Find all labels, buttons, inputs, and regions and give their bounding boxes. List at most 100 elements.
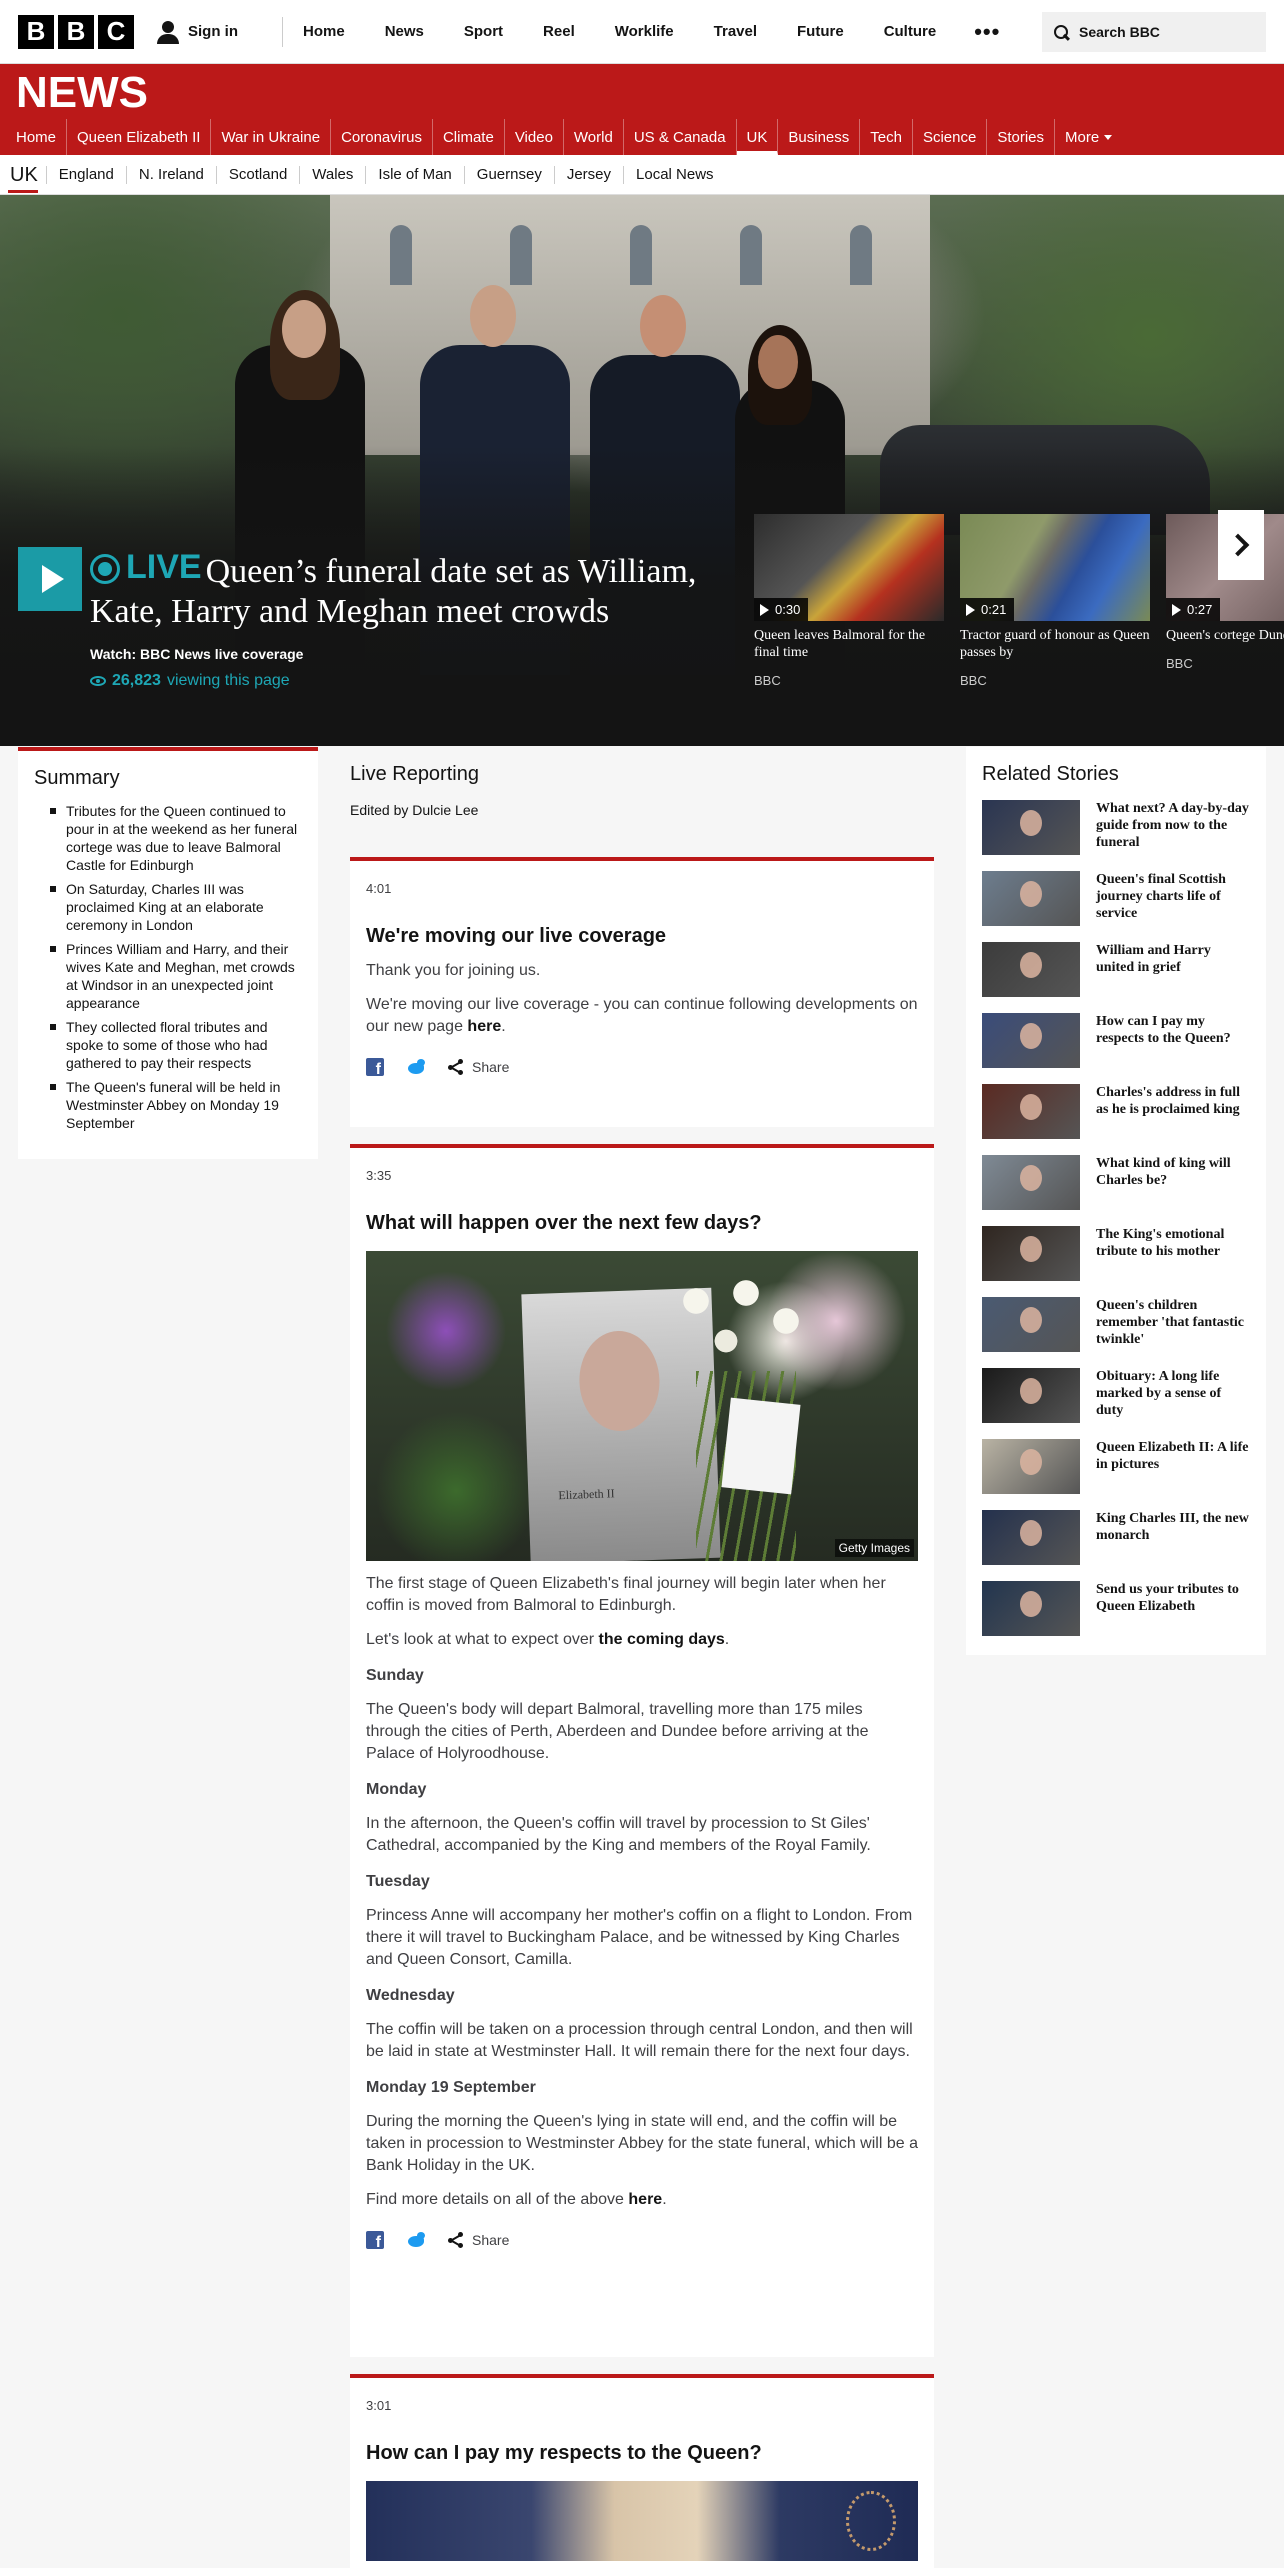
related-story-title: Obituary: A long life marked by a sense …: [1096, 1369, 1222, 1418]
related-story-thumbnail: [982, 1510, 1080, 1565]
live-post: 3:35 What will happen over the next few …: [350, 1144, 934, 2357]
news-nav-climate[interactable]: Climate: [433, 119, 505, 155]
related-story[interactable]: What kind of king will Charles be?: [982, 1155, 1250, 1226]
sign-in-link[interactable]: Sign in: [156, 20, 238, 44]
coming-days-link[interactable]: the coming days: [599, 1631, 725, 1648]
news-nav-business[interactable]: Business: [778, 119, 861, 155]
facebook-icon[interactable]: [366, 2231, 384, 2252]
global-nav-news[interactable]: News: [365, 0, 444, 64]
subnav-isle-of-man[interactable]: Isle of Man: [365, 165, 463, 184]
bbc-logo-letter: B: [18, 14, 54, 49]
news-nav-more[interactable]: More: [1055, 119, 1122, 155]
news-logo[interactable]: NEWS: [16, 68, 148, 118]
global-nav-worklife[interactable]: Worklife: [595, 0, 694, 64]
post-paragraph: Princess Anne will accompany her mother'…: [366, 1907, 913, 1968]
related-story-title: Charles's address in full as he is procl…: [1096, 1085, 1241, 1117]
related-story[interactable]: Queen's final Scottish journey charts li…: [982, 871, 1250, 942]
related-story[interactable]: Queen's children remember 'that fantasti…: [982, 1297, 1250, 1368]
related-story[interactable]: Send us your tributes to Queen Elizabeth: [982, 1581, 1250, 1652]
global-nav-travel[interactable]: Travel: [694, 0, 777, 64]
subnav-uk[interactable]: UK: [0, 155, 46, 195]
related-story-title: How can I pay my respects to the Queen?: [1096, 1014, 1231, 1046]
related-story[interactable]: What next? A day-by-day guide from now t…: [982, 800, 1250, 871]
news-nav-video[interactable]: Video: [505, 119, 564, 155]
hero-face: [470, 285, 516, 347]
hero-face: [282, 300, 326, 358]
viewer-count-number: 26,823: [112, 672, 161, 689]
hero-headline[interactable]: LIVE Queen’s funeral date set as William,…: [90, 547, 730, 632]
search-bbc-input[interactable]: Search BBC: [1042, 12, 1266, 52]
video-duration-text: 0:21: [981, 602, 1007, 617]
news-nav-war-in-ukraine[interactable]: War in Ukraine: [211, 119, 332, 155]
subnav-guernsey[interactable]: Guernsey: [463, 165, 554, 184]
video-card[interactable]: 0:30 Queen leaves Balmoral for the final…: [754, 514, 944, 688]
global-nav-sport[interactable]: Sport: [444, 0, 523, 64]
play-icon[interactable]: [18, 547, 82, 611]
related-story[interactable]: King Charles III, the new monarch: [982, 1510, 1250, 1581]
related-story-thumbnail: [982, 1226, 1080, 1281]
news-nav-world[interactable]: World: [564, 119, 624, 155]
summary-item: Tributes for the Queen continued to pour…: [34, 802, 302, 874]
news-nav-coronavirus[interactable]: Coronavirus: [331, 119, 433, 155]
subnav-wales[interactable]: Wales: [299, 165, 365, 184]
bbc-logo-letter: C: [98, 14, 134, 49]
twitter-icon[interactable]: [406, 1059, 426, 1075]
news-nav-queen-elizabeth-ii[interactable]: Queen Elizabeth II: [67, 119, 212, 155]
global-nav-reel[interactable]: Reel: [523, 0, 595, 64]
video-duration-text: 0:30: [775, 602, 801, 617]
facebook-icon[interactable]: [366, 1058, 384, 1079]
global-nav-home[interactable]: Home: [283, 0, 365, 64]
bbc-logo[interactable]: B B C: [18, 14, 134, 49]
related-story[interactable]: Obituary: A long life marked by a sense …: [982, 1368, 1250, 1439]
summary-item: They collected floral tributes and spoke…: [34, 1018, 302, 1072]
news-nav-science[interactable]: Science: [913, 119, 988, 155]
share-button[interactable]: Share: [448, 2232, 509, 2248]
here-link[interactable]: here: [628, 2191, 662, 2208]
video-card[interactable]: 0:21 Tractor guard of honour as Queen pa…: [960, 514, 1150, 688]
more-menu-icon[interactable]: •••: [956, 0, 1018, 64]
subnav-n-ireland[interactable]: N. Ireland: [125, 165, 216, 184]
subnav-england[interactable]: England: [45, 165, 126, 184]
related-story-title: Send us your tributes to Queen Elizabeth: [1096, 1582, 1239, 1614]
related-story[interactable]: How can I pay my respects to the Queen?: [982, 1013, 1250, 1084]
global-nav-future[interactable]: Future: [777, 0, 864, 64]
castle-window: [740, 225, 762, 285]
related-story[interactable]: William and Harry united in grief: [982, 942, 1250, 1013]
twitter-icon[interactable]: [406, 2232, 426, 2248]
subnav-scotland[interactable]: Scotland: [215, 165, 299, 184]
related-story-thumbnail: [982, 1439, 1080, 1494]
share-row: Share: [366, 2231, 918, 2252]
related-story-title: What kind of king will Charles be?: [1096, 1156, 1231, 1188]
global-nav-culture[interactable]: Culture: [864, 0, 957, 64]
post-paragraph: Thank you for joining us.: [366, 962, 541, 979]
share-button[interactable]: Share: [448, 1059, 509, 1075]
here-link[interactable]: here: [467, 1018, 501, 1035]
carousel-next-button[interactable]: [1218, 510, 1264, 580]
related-story[interactable]: Charles's address in full as he is procl…: [982, 1084, 1250, 1155]
related-story[interactable]: Queen Elizabeth II: A life in pictures: [982, 1439, 1250, 1510]
subnav-local-news[interactable]: Local News: [623, 165, 726, 184]
news-nav-us-canada[interactable]: US & Canada: [624, 119, 737, 155]
share-label: Share: [472, 1059, 510, 1075]
news-nav-home[interactable]: Home: [6, 119, 68, 155]
news-nav-stories[interactable]: Stories: [987, 119, 1056, 155]
related-story[interactable]: The King's emotional tribute to his moth…: [982, 1226, 1250, 1297]
related-story-thumbnail: [982, 871, 1080, 926]
subnav-jersey[interactable]: Jersey: [553, 165, 623, 184]
news-nav-tech[interactable]: Tech: [860, 119, 913, 155]
related-story-title: Queen Elizabeth II: A life in pictures: [1096, 1440, 1249, 1472]
day-heading: Tuesday: [366, 1873, 430, 1890]
news-nav-more-label: More: [1065, 128, 1100, 146]
related-story-thumbnail: [982, 1368, 1080, 1423]
search-label: Search BBC: [1079, 24, 1160, 40]
video-source: BBC: [1166, 656, 1193, 671]
live-icon: [90, 554, 120, 584]
sign-in-label: Sign in: [188, 23, 238, 40]
post-text: .: [724, 1631, 730, 1648]
live-reporting-title: Live Reporting: [350, 763, 479, 785]
summary-item: On Saturday, Charles III was proclaimed …: [34, 880, 302, 934]
post-text: .: [662, 2191, 667, 2208]
news-nav-uk[interactable]: UK: [736, 119, 779, 155]
global-header: B B C Sign in Home News Sport Reel Workl…: [0, 0, 1284, 64]
video-thumbnail: 0:21: [960, 514, 1150, 621]
